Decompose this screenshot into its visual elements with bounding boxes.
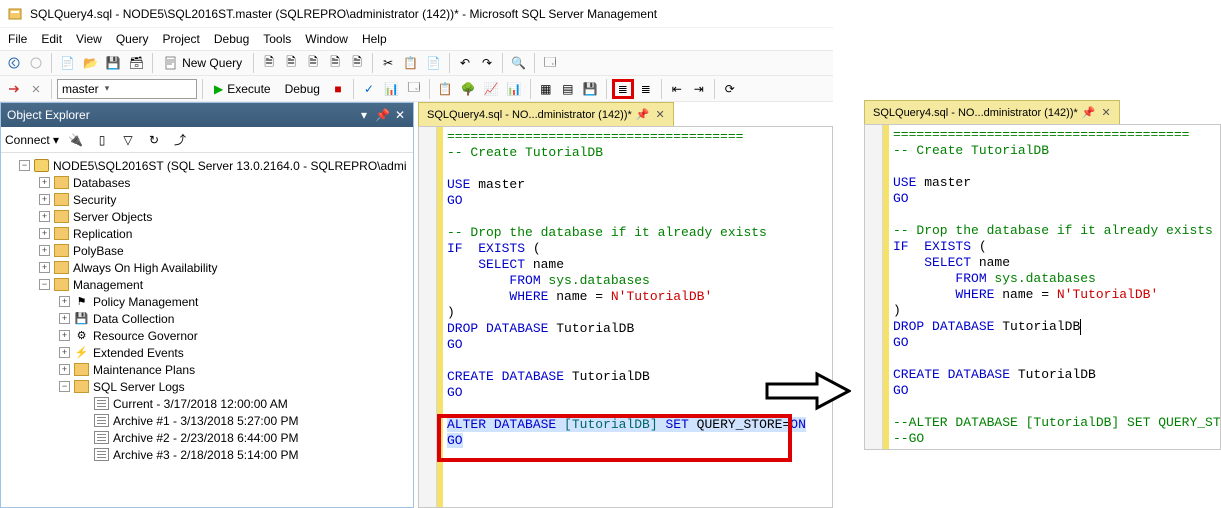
oe-connect-button[interactable]: Connect ▾: [5, 133, 59, 147]
find-button[interactable]: 🔍: [508, 53, 529, 73]
document-tab-right[interactable]: SQLQuery4.sql - NO...dministrator (142))…: [864, 100, 1120, 124]
editor-area-right: SQLQuery4.sql - NO...dministrator (142))…: [864, 100, 1221, 450]
tree-node[interactable]: −SQL Server Logs: [1, 378, 413, 395]
live-stats-button[interactable]: 📈: [481, 79, 502, 99]
query-options-button[interactable]: 🗔: [404, 79, 424, 99]
standard-toolbar: 📄 📂 💾 🗃 New Query 🗎 🗎 🗎 🗎 🗎 ✂ 📋 📄 ↶ ↷ �: [0, 50, 833, 76]
menu-window[interactable]: Window: [305, 32, 348, 46]
increase-indent-button[interactable]: ⇥: [689, 79, 709, 99]
tab-pin-icon[interactable]: 📌: [1082, 106, 1096, 119]
menu-view[interactable]: View: [76, 32, 102, 46]
menu-debug[interactable]: Debug: [214, 32, 249, 46]
parse-button[interactable]: ✓: [359, 79, 379, 99]
oe-disconnect-button[interactable]: 🔌: [65, 130, 86, 150]
estimated-plan-button[interactable]: 📊: [381, 79, 402, 99]
object-explorer-toolbar: Connect ▾ 🔌 ▯ ▽ ↻ ⤴: [1, 127, 413, 153]
oe-stop-button[interactable]: ▯: [92, 130, 112, 150]
menu-edit[interactable]: Edit: [41, 32, 62, 46]
stop-button[interactable]: ■: [328, 79, 348, 99]
save-button[interactable]: 💾: [103, 53, 124, 73]
object-explorer-panel: Object Explorer ▾ 📌 ✕ Connect ▾ 🔌 ▯ ▽ ↻ …: [0, 102, 414, 508]
nav-fwd-button[interactable]: [26, 53, 46, 73]
props-button[interactable]: 🗔: [540, 53, 560, 73]
tree-node[interactable]: +⚡Extended Events: [1, 344, 413, 361]
redo-button[interactable]: ↷: [477, 53, 497, 73]
tree-node[interactable]: +Security: [1, 191, 413, 208]
results-grid-button[interactable]: ▤: [558, 79, 578, 99]
uncomment-button[interactable]: ≣: [636, 79, 656, 99]
tree-node[interactable]: Archive #3 - 2/18/2018 5:14:00 PM: [1, 446, 413, 463]
tree-node[interactable]: +Server Objects: [1, 208, 413, 225]
oe-pin-icon[interactable]: 📌: [375, 108, 389, 122]
tree-node[interactable]: −Management: [1, 276, 413, 293]
oe-refresh-button[interactable]: ↻: [144, 130, 164, 150]
tab-close-icon[interactable]: ✕: [1102, 106, 1111, 119]
new-button[interactable]: 📄: [57, 53, 78, 73]
tree-node[interactable]: +PolyBase: [1, 242, 413, 259]
dax-button[interactable]: 🗎: [347, 53, 367, 73]
nav-back-button[interactable]: [4, 53, 24, 73]
save-all-button[interactable]: 🗃: [126, 53, 147, 73]
sql-editor-toolbar: master▾ ▶Execute Debug ■ ✓ 📊 🗔 📋 🌳 📈 📊 ▦…: [0, 76, 833, 102]
results-text-button[interactable]: ▦: [536, 79, 556, 99]
paste-button[interactable]: 📄: [423, 53, 444, 73]
tree-node[interactable]: +⚙Resource Governor: [1, 327, 413, 344]
tree-node[interactable]: Archive #1 - 3/13/2018 5:27:00 PM: [1, 412, 413, 429]
client-stats-button[interactable]: 📊: [504, 79, 525, 99]
open-button[interactable]: 📂: [80, 53, 101, 73]
specify-values-button[interactable]: ⟳: [720, 79, 740, 99]
connection-button[interactable]: [26, 79, 46, 99]
document-tabs-right: SQLQuery4.sql - NO...dministrator (142))…: [864, 100, 1221, 124]
oe-filter-button[interactable]: ▽: [118, 130, 138, 150]
document-tab[interactable]: SQLQuery4.sql - NO...dministrator (142))…: [418, 102, 674, 126]
menu-tools[interactable]: Tools: [263, 32, 291, 46]
actual-plan-button[interactable]: 🌳: [458, 79, 479, 99]
mdx-button[interactable]: 🗎: [281, 53, 301, 73]
tree-server-node[interactable]: −NODE5\SQL2016ST (SQL Server 13.0.2164.0…: [1, 157, 413, 174]
menu-help[interactable]: Help: [362, 32, 387, 46]
object-explorer-tree[interactable]: −NODE5\SQL2016ST (SQL Server 13.0.2164.0…: [1, 153, 413, 467]
new-query-button[interactable]: New Query: [158, 56, 248, 70]
tree-node[interactable]: +Always On High Availability: [1, 259, 413, 276]
decrease-indent-button[interactable]: ⇤: [667, 79, 687, 99]
oe-dropdown-icon[interactable]: ▾: [357, 108, 371, 122]
document-tabs: SQLQuery4.sql - NO...dministrator (142))…: [418, 102, 833, 126]
database-combo[interactable]: master▾: [57, 79, 197, 99]
app-icon: [6, 5, 24, 23]
menu-query[interactable]: Query: [116, 32, 149, 46]
arrow-icon: [765, 370, 851, 412]
tab-close-icon[interactable]: ✕: [656, 108, 665, 121]
intellisense-button[interactable]: 📋: [435, 79, 456, 99]
tab-pin-icon[interactable]: 📌: [636, 108, 650, 121]
cut-button[interactable]: ✂: [378, 53, 398, 73]
code-editor-left[interactable]: ====================================== -…: [418, 126, 833, 508]
editor-area-left: SQLQuery4.sql - NO...dministrator (142))…: [414, 102, 833, 508]
tree-node[interactable]: +💾Data Collection: [1, 310, 413, 327]
de-button[interactable]: 🗎: [259, 53, 279, 73]
menu-bar: File Edit View Query Project Debug Tools…: [0, 28, 833, 50]
debug-button[interactable]: Debug: [279, 82, 326, 96]
copy-button[interactable]: 📋: [400, 53, 421, 73]
window-title: SQLQuery4.sql - NODE5\SQL2016ST.master (…: [30, 7, 657, 21]
tree-node[interactable]: +Replication: [1, 225, 413, 242]
results-file-button[interactable]: 💾: [580, 79, 601, 99]
execute-button[interactable]: ▶Execute: [208, 82, 277, 96]
comment-button[interactable]: ≣: [612, 79, 634, 99]
oe-up-button[interactable]: ⤴: [170, 130, 190, 150]
xmla-button[interactable]: 🗎: [325, 53, 345, 73]
change-connection-button[interactable]: [4, 79, 24, 99]
object-explorer-title: Object Explorer ▾ 📌 ✕: [1, 103, 413, 127]
tree-node[interactable]: Current - 3/17/2018 12:00:00 AM: [1, 395, 413, 412]
tree-node[interactable]: +Databases: [1, 174, 413, 191]
tree-node[interactable]: +⚑Policy Management: [1, 293, 413, 310]
tree-node[interactable]: Archive #2 - 2/23/2018 6:44:00 PM: [1, 429, 413, 446]
title-bar: SQLQuery4.sql - NODE5\SQL2016ST.master (…: [0, 0, 833, 28]
tree-node[interactable]: +Maintenance Plans: [1, 361, 413, 378]
undo-button[interactable]: ↶: [455, 53, 475, 73]
menu-file[interactable]: File: [8, 32, 27, 46]
code-editor-right[interactable]: ====================================== -…: [864, 124, 1221, 450]
dmx-button[interactable]: 🗎: [303, 53, 323, 73]
menu-project[interactable]: Project: [163, 32, 200, 46]
oe-close-icon[interactable]: ✕: [393, 108, 407, 122]
